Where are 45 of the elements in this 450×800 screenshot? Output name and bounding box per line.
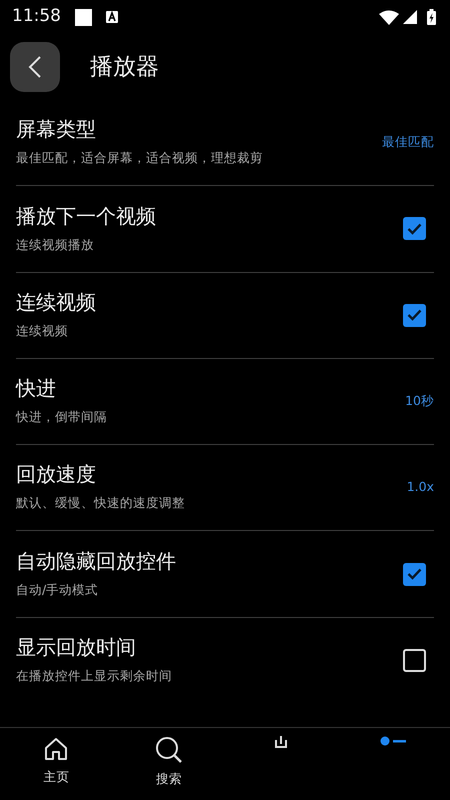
checkbox[interactable] [403,217,426,240]
setting-row[interactable]: 显示回放时间 在播放控件上显示剩余时间 [16,618,434,703]
setting-description: 自动/手动模式 [16,580,100,599]
checkbox[interactable] [403,562,426,586]
wifi-icon [379,10,399,24]
checkmark-icon [407,222,422,235]
setting-title: 快进 [16,376,57,400]
checkmark-icon [407,568,422,580]
notification-icon [75,8,92,26]
setting-row[interactable]: 播放下一个视频 连续视频播放 [16,186,434,273]
setting-description: 连续视频 [16,322,69,340]
setting-description: 在播放控件上显示剩余时间 [16,667,172,686]
checkbox[interactable] [403,304,426,327]
setting-description: 默认、缓慢、快速的速度调整 [16,494,185,512]
back-icon [28,55,42,79]
setting-row[interactable]: 屏幕类型 最佳匹配，适合屏幕，适合视频，理想裁剪 最佳匹配 [16,100,434,186]
checkmark-icon [407,309,422,322]
list-icon [380,736,408,746]
setting-title: 连续视频 [16,290,96,314]
page-title: 播放器 [90,52,159,82]
setting-row[interactable]: 自动隐藏回放控件 自动/手动模式 [16,531,434,618]
status-time: 11:58 [12,5,61,28]
search-icon [154,736,183,764]
checkbox[interactable] [403,648,426,672]
setting-title: 播放下一个视频 [16,204,156,228]
setting-description: 最佳匹配，适合屏幕，适合视频，理想裁剪 [16,149,263,168]
setting-title: 屏幕类型 [16,117,97,142]
home-icon [43,736,70,762]
signal-icon [403,10,417,24]
setting-row[interactable]: 连续视频 连续视频 [16,272,434,359]
keyboard-icon [106,11,118,23]
setting-row[interactable]: 快进 快进，倒带间隔 10秒 [16,358,434,446]
nav-tab[interactable]: 搜索 [112,728,225,800]
setting-description: 快进，倒带间隔 [16,408,107,426]
setting-row[interactable]: 回放速度 默认、缓慢、快速的速度调整 1.0x [16,445,434,532]
battery-icon [427,9,436,25]
back-button[interactable] [10,42,60,92]
setting-title: 自动隐藏回放控件 [16,548,176,573]
setting-value: 10秒 [405,392,434,410]
setting-value: 1.0x [406,478,434,496]
nav-tab[interactable]: 主页 [0,728,112,800]
setting-value: 最佳匹配 [382,133,434,152]
setting-title: 显示回放时间 [16,635,137,660]
setting-title: 回放速度 [16,462,97,486]
setting-description: 连续视频播放 [16,236,95,254]
